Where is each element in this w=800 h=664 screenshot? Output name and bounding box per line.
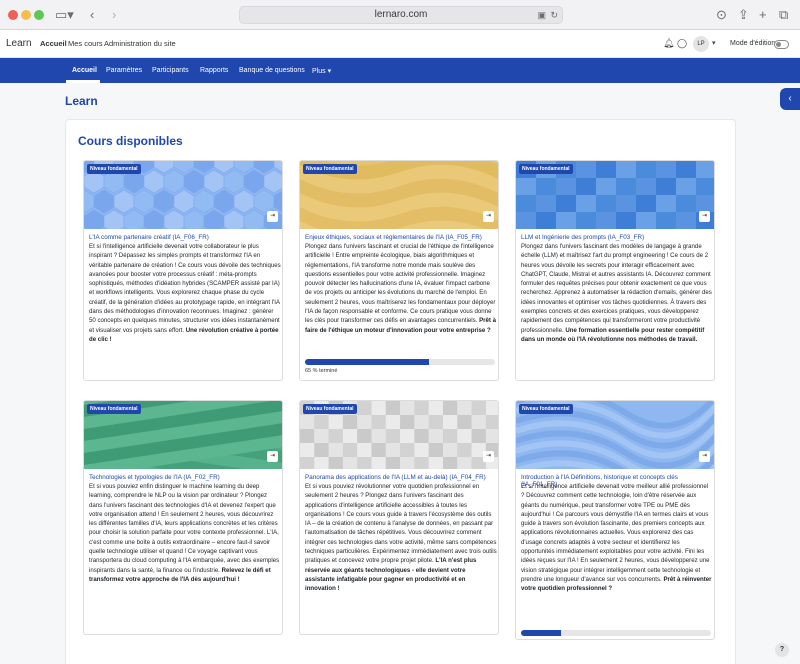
site-header: Learn Accueil Mes cours Administration d… [0,30,800,58]
tab-reports[interactable]: Rapports [200,67,228,74]
nav-my-courses[interactable]: Mes cours [68,39,103,48]
course-description: Et si vous pouviez révolutionner votre q… [305,482,497,594]
chat-icon[interactable]: ◯ [677,38,687,49]
course-image[interactable]: Niveau fondamental ⇥ [516,401,714,469]
maximize-window-button[interactable] [34,10,44,20]
course-nav: Accueil Paramètres Participants Rapports… [0,58,800,83]
address-bar[interactable]: lernaro.com ▣ ↻ [239,6,563,24]
level-badge: Niveau fondamental [519,404,573,414]
enrol-icon[interactable]: ⇥ [699,211,710,222]
level-badge: Niveau fondamental [303,404,357,414]
enrol-icon[interactable]: ⇥ [267,211,278,222]
course-description: Plongez dans l'univers fascinant et cruc… [305,242,497,335]
course-image[interactable]: Niveau fondamental ⇥ [516,161,714,229]
avatar[interactable]: LP [693,36,709,52]
browser-toolbar: ▭▾ ‹ › lernaro.com ▣ ↻ ⊙ ⇪ + ⧉ [0,0,800,30]
section-title: Cours disponibles [78,134,183,148]
course-description: Plongez dans l'univers fascinant des mod… [521,242,713,344]
forward-arrow-icon[interactable]: › [112,7,116,23]
nav-home[interactable]: Accueil [40,39,67,48]
share-icon[interactable]: ⇪ [738,7,749,23]
course-description-text: Et si vous pouviez révolutionner votre q… [305,483,497,565]
course-description-text: Et si l'intelligence artificielle devena… [89,243,281,334]
course-title-link[interactable]: Enjeux éthiques, sociaux et réglementair… [305,234,497,241]
page-title: Learn [65,94,98,108]
course-image[interactable]: Niveau fondamental ⇥ [84,161,282,229]
progress-bar [521,630,711,636]
browser-window: ▭▾ ‹ › lernaro.com ▣ ↻ ⊙ ⇪ + ⧉ Learn Acc… [0,0,800,664]
course-description-text: Et si vous pouviez enfin distinguer le m… [89,483,280,574]
course-description: Et si vous pouviez enfin distinguer le m… [89,482,281,584]
level-badge: Niveau fondamental [87,164,141,174]
course-title-link[interactable]: LLM et Ingénierie des prompts (IA_F03_FR… [521,234,713,241]
course-card[interactable]: Niveau fondamental ⇥ Technologies et typ… [83,400,283,635]
tab-question-bank[interactable]: Banque de questions [239,67,305,74]
nav-site-administration[interactable]: Administration du site [104,39,176,48]
reload-icon[interactable]: ↻ [550,7,558,23]
progress-label: 65 % terminé [305,368,338,374]
progress-fill [305,359,429,365]
progress-fill [521,630,561,636]
active-tab-indicator [66,80,100,83]
progress-bar [305,359,495,365]
sidebar-toggle-icon[interactable]: ▭▾ [55,7,74,23]
course-title-link[interactable]: Panorama des applications de l'IA (LLM e… [305,474,497,481]
enrol-icon[interactable]: ⇥ [699,451,710,462]
progress-label: 21 % terminé [521,639,553,640]
tab-settings[interactable]: Paramètres [106,67,142,74]
translate-icon[interactable]: ▣ [537,7,546,23]
tab-overview-icon[interactable]: ⧉ [779,7,788,23]
url-text: lernaro.com [374,9,428,20]
minimize-window-button[interactable] [21,10,31,20]
course-card[interactable]: Niveau fondamental ⇥ LLM et Ingénierie d… [515,160,715,381]
tab-home[interactable]: Accueil [72,67,97,74]
edit-mode-toggle[interactable] [774,40,789,49]
enrol-icon[interactable]: ⇥ [483,451,494,462]
course-description: Et si l'intelligence artificielle devena… [521,482,713,594]
course-description-text: Et si l'intelligence artificielle devena… [521,483,710,583]
tab-more[interactable]: Plus ▾ [312,67,331,75]
course-image[interactable]: Niveau fondamental ⇥ [300,401,498,469]
course-card[interactable]: Niveau fondamental ⇥ Panorama des applic… [299,400,499,635]
course-card[interactable]: Niveau fondamental ⇥ L'IA comme partenai… [83,160,283,381]
edit-mode-label: Mode d'édition [730,40,776,47]
chevron-down-icon: ▾ [327,68,332,75]
new-tab-icon[interactable]: + [759,7,767,23]
enrol-icon[interactable]: ⇥ [267,451,278,462]
chevron-down-icon[interactable]: ▾ [712,39,716,47]
open-drawer-button[interactable]: ‹ [780,88,800,110]
enrol-icon[interactable]: ⇥ [483,211,494,222]
tab-more-label: Plus [312,68,326,75]
site-brand[interactable]: Learn [6,38,32,49]
chevron-left-icon: ‹ [788,93,792,104]
course-title-link[interactable]: Technologies et typologies de l'IA (IA_F… [89,474,281,481]
download-icon[interactable]: ⊙ [716,7,727,23]
course-title-link[interactable]: L'IA comme partenaire créatif (IA_F06_FR… [89,234,281,241]
tab-participants[interactable]: Participants [152,67,189,74]
close-window-button[interactable] [8,10,18,20]
back-arrow-icon[interactable]: ‹ [90,7,94,23]
course-description: Et si l'intelligence artificielle devena… [89,242,281,344]
level-badge: Niveau fondamental [519,164,573,174]
bell-icon[interactable]: 🔔︎ [663,38,674,49]
course-description-text: Plongez dans l'univers fascinant et cruc… [305,243,496,325]
help-button[interactable]: ? [775,643,789,657]
course-description-text: Plongez dans l'univers fascinant des mod… [521,243,712,334]
course-card[interactable]: Niveau fondamental ⇥ Introduction à l'IA… [515,400,715,640]
course-image[interactable]: Niveau fondamental ⇥ [84,401,282,469]
course-image[interactable]: Niveau fondamental ⇥ [300,161,498,229]
course-card[interactable]: Niveau fondamental ⇥ Enjeux éthiques, so… [299,160,499,381]
level-badge: Niveau fondamental [87,404,141,414]
level-badge: Niveau fondamental [303,164,357,174]
